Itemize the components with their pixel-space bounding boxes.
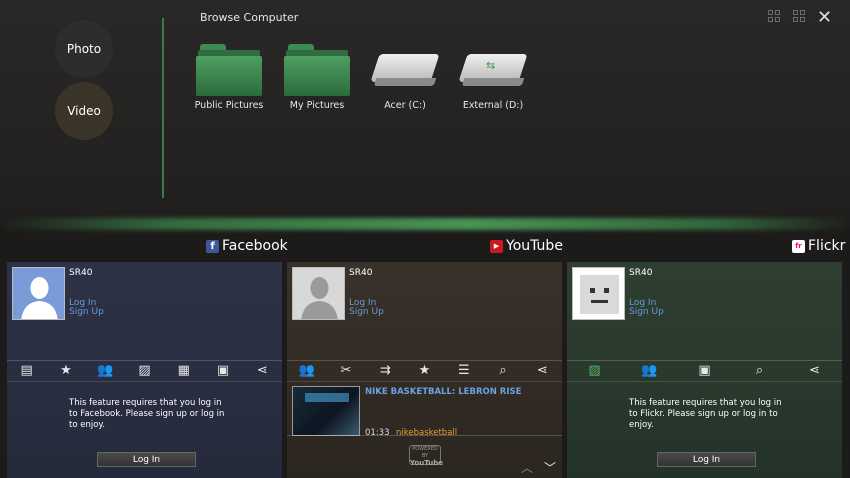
youtube-header: ▶ YouTube	[490, 238, 563, 254]
login-button[interactable]: Log In	[657, 452, 756, 467]
featured-icon[interactable]: ✂	[335, 361, 357, 381]
facebook-title: Facebook	[222, 238, 288, 254]
avatar	[292, 267, 345, 320]
facebook-header: f Facebook	[206, 238, 288, 254]
news-feed-icon[interactable]: ▤	[16, 361, 38, 381]
signup-link[interactable]: Sign Up	[69, 307, 104, 317]
video-title[interactable]: NIKE BASKETBALL: LEBRON RISE	[365, 387, 521, 397]
section-glow	[0, 218, 850, 230]
photos-icon[interactable]: ▨	[133, 361, 155, 381]
video-duration: 01:33	[365, 428, 390, 438]
folder-icon	[196, 40, 262, 96]
avatar-silhouette-icon	[13, 268, 64, 319]
large-grid-icon[interactable]	[793, 10, 807, 24]
hard-drive-icon	[370, 40, 440, 94]
buddy-icon	[573, 268, 624, 319]
video-author[interactable]: nikebasketball	[396, 428, 457, 438]
sidebar-divider	[162, 18, 164, 198]
browse-title: Browse Computer	[200, 11, 299, 24]
search-icon[interactable]: ⌕	[492, 361, 514, 381]
powered-by-youtube-logo: POWERED BY YouTube	[409, 445, 443, 467]
photos-icon[interactable]: ▨	[584, 361, 606, 381]
signup-link[interactable]: Sign Up	[629, 307, 664, 317]
photostream-icon[interactable]: ▣	[694, 361, 716, 381]
browse-section: Photo Video Browse Computer Public Pictu…	[0, 0, 850, 228]
drive-label: Public Pictures	[194, 100, 264, 111]
profile-icon[interactable]: ▣	[212, 361, 234, 381]
share-icon[interactable]: ⋖	[251, 361, 273, 381]
video-mode-button[interactable]: Video	[55, 82, 113, 140]
drive-label: Acer (C:)	[384, 100, 426, 111]
scroll-down-icon[interactable]: ﹀	[544, 459, 556, 476]
contacts-icon[interactable]: 👥	[639, 361, 661, 381]
video-thumbnail[interactable]	[292, 386, 360, 436]
photo-mode-button[interactable]: Photo	[55, 20, 113, 78]
flickr-logo-icon: fr	[792, 239, 805, 253]
subscriptions-icon[interactable]: 👥	[296, 361, 318, 381]
video-item[interactable]: NIKE BASKETBALL: LEBRON RISE 01:33 nikeb…	[292, 386, 557, 438]
drive-label: My Pictures	[289, 100, 345, 111]
youtube-panel: SR40 Log In Sign Up 👥 ✂ ⇉ ★ ☰ ⌕ ⋖ NIKE B…	[287, 262, 562, 478]
flickr-toolbar: ▨ 👥 ▣ ⌕ ⋖	[567, 360, 842, 382]
youtube-toolbar: 👥 ✂ ⇉ ★ ☰ ⌕ ⋖	[287, 360, 562, 382]
share-icon[interactable]: ⋖	[804, 361, 826, 381]
drive-my-pictures[interactable]: My Pictures	[272, 40, 362, 111]
close-button[interactable]: ✕	[817, 9, 832, 27]
flickr-header: fr Flickr	[792, 238, 845, 254]
facebook-logo-icon: f	[206, 239, 219, 253]
drive-external-d[interactable]: ⇆ External (D:)	[448, 40, 538, 111]
drive-public-pictures[interactable]: Public Pictures	[184, 40, 274, 111]
avatar-silhouette-icon	[293, 268, 344, 319]
avatar	[12, 267, 65, 320]
avatar	[572, 267, 625, 320]
favorites-icon[interactable]: ★	[413, 361, 435, 381]
favorite-friends-icon[interactable]: ★	[55, 361, 77, 381]
username: SR40	[629, 268, 653, 278]
scroll-up-icon[interactable]: ︿	[521, 459, 533, 476]
facebook-panel: SR40 Log In Sign Up ▤ ★ 👥 ▨ ▦ ▣ ⋖ This f…	[7, 262, 282, 478]
facebook-toolbar: ▤ ★ 👥 ▨ ▦ ▣ ⋖	[7, 360, 282, 382]
flickr-title: Flickr	[808, 238, 846, 254]
login-button[interactable]: Log In	[97, 452, 196, 467]
divider	[287, 435, 562, 436]
videos-icon[interactable]: ▦	[173, 361, 195, 381]
drive-acer-c[interactable]: Acer (C:)	[360, 40, 450, 111]
login-required-message: This feature requires that you log in to…	[629, 398, 782, 430]
username: SR40	[349, 268, 373, 278]
youtube-title: YouTube	[506, 238, 563, 254]
list-icon[interactable]: ☰	[453, 361, 475, 381]
youtube-logo-icon: ▶	[490, 239, 503, 253]
most-viewed-icon[interactable]: ⇉	[374, 361, 396, 381]
friends-icon[interactable]: 👥	[94, 361, 116, 381]
drive-label: External (D:)	[462, 100, 524, 111]
flickr-panel: SR40 Log In Sign Up ▨ 👥 ▣ ⌕ ⋖ This featu…	[567, 262, 842, 478]
small-grid-icon[interactable]	[768, 10, 782, 24]
folder-icon	[284, 40, 350, 96]
usb-drive-icon: ⇆	[458, 40, 528, 94]
username: SR40	[69, 268, 93, 278]
share-icon[interactable]: ⋖	[531, 361, 553, 381]
signup-link[interactable]: Sign Up	[349, 307, 384, 317]
login-required-message: This feature requires that you log in to…	[69, 398, 225, 430]
search-icon[interactable]: ⌕	[749, 361, 771, 381]
